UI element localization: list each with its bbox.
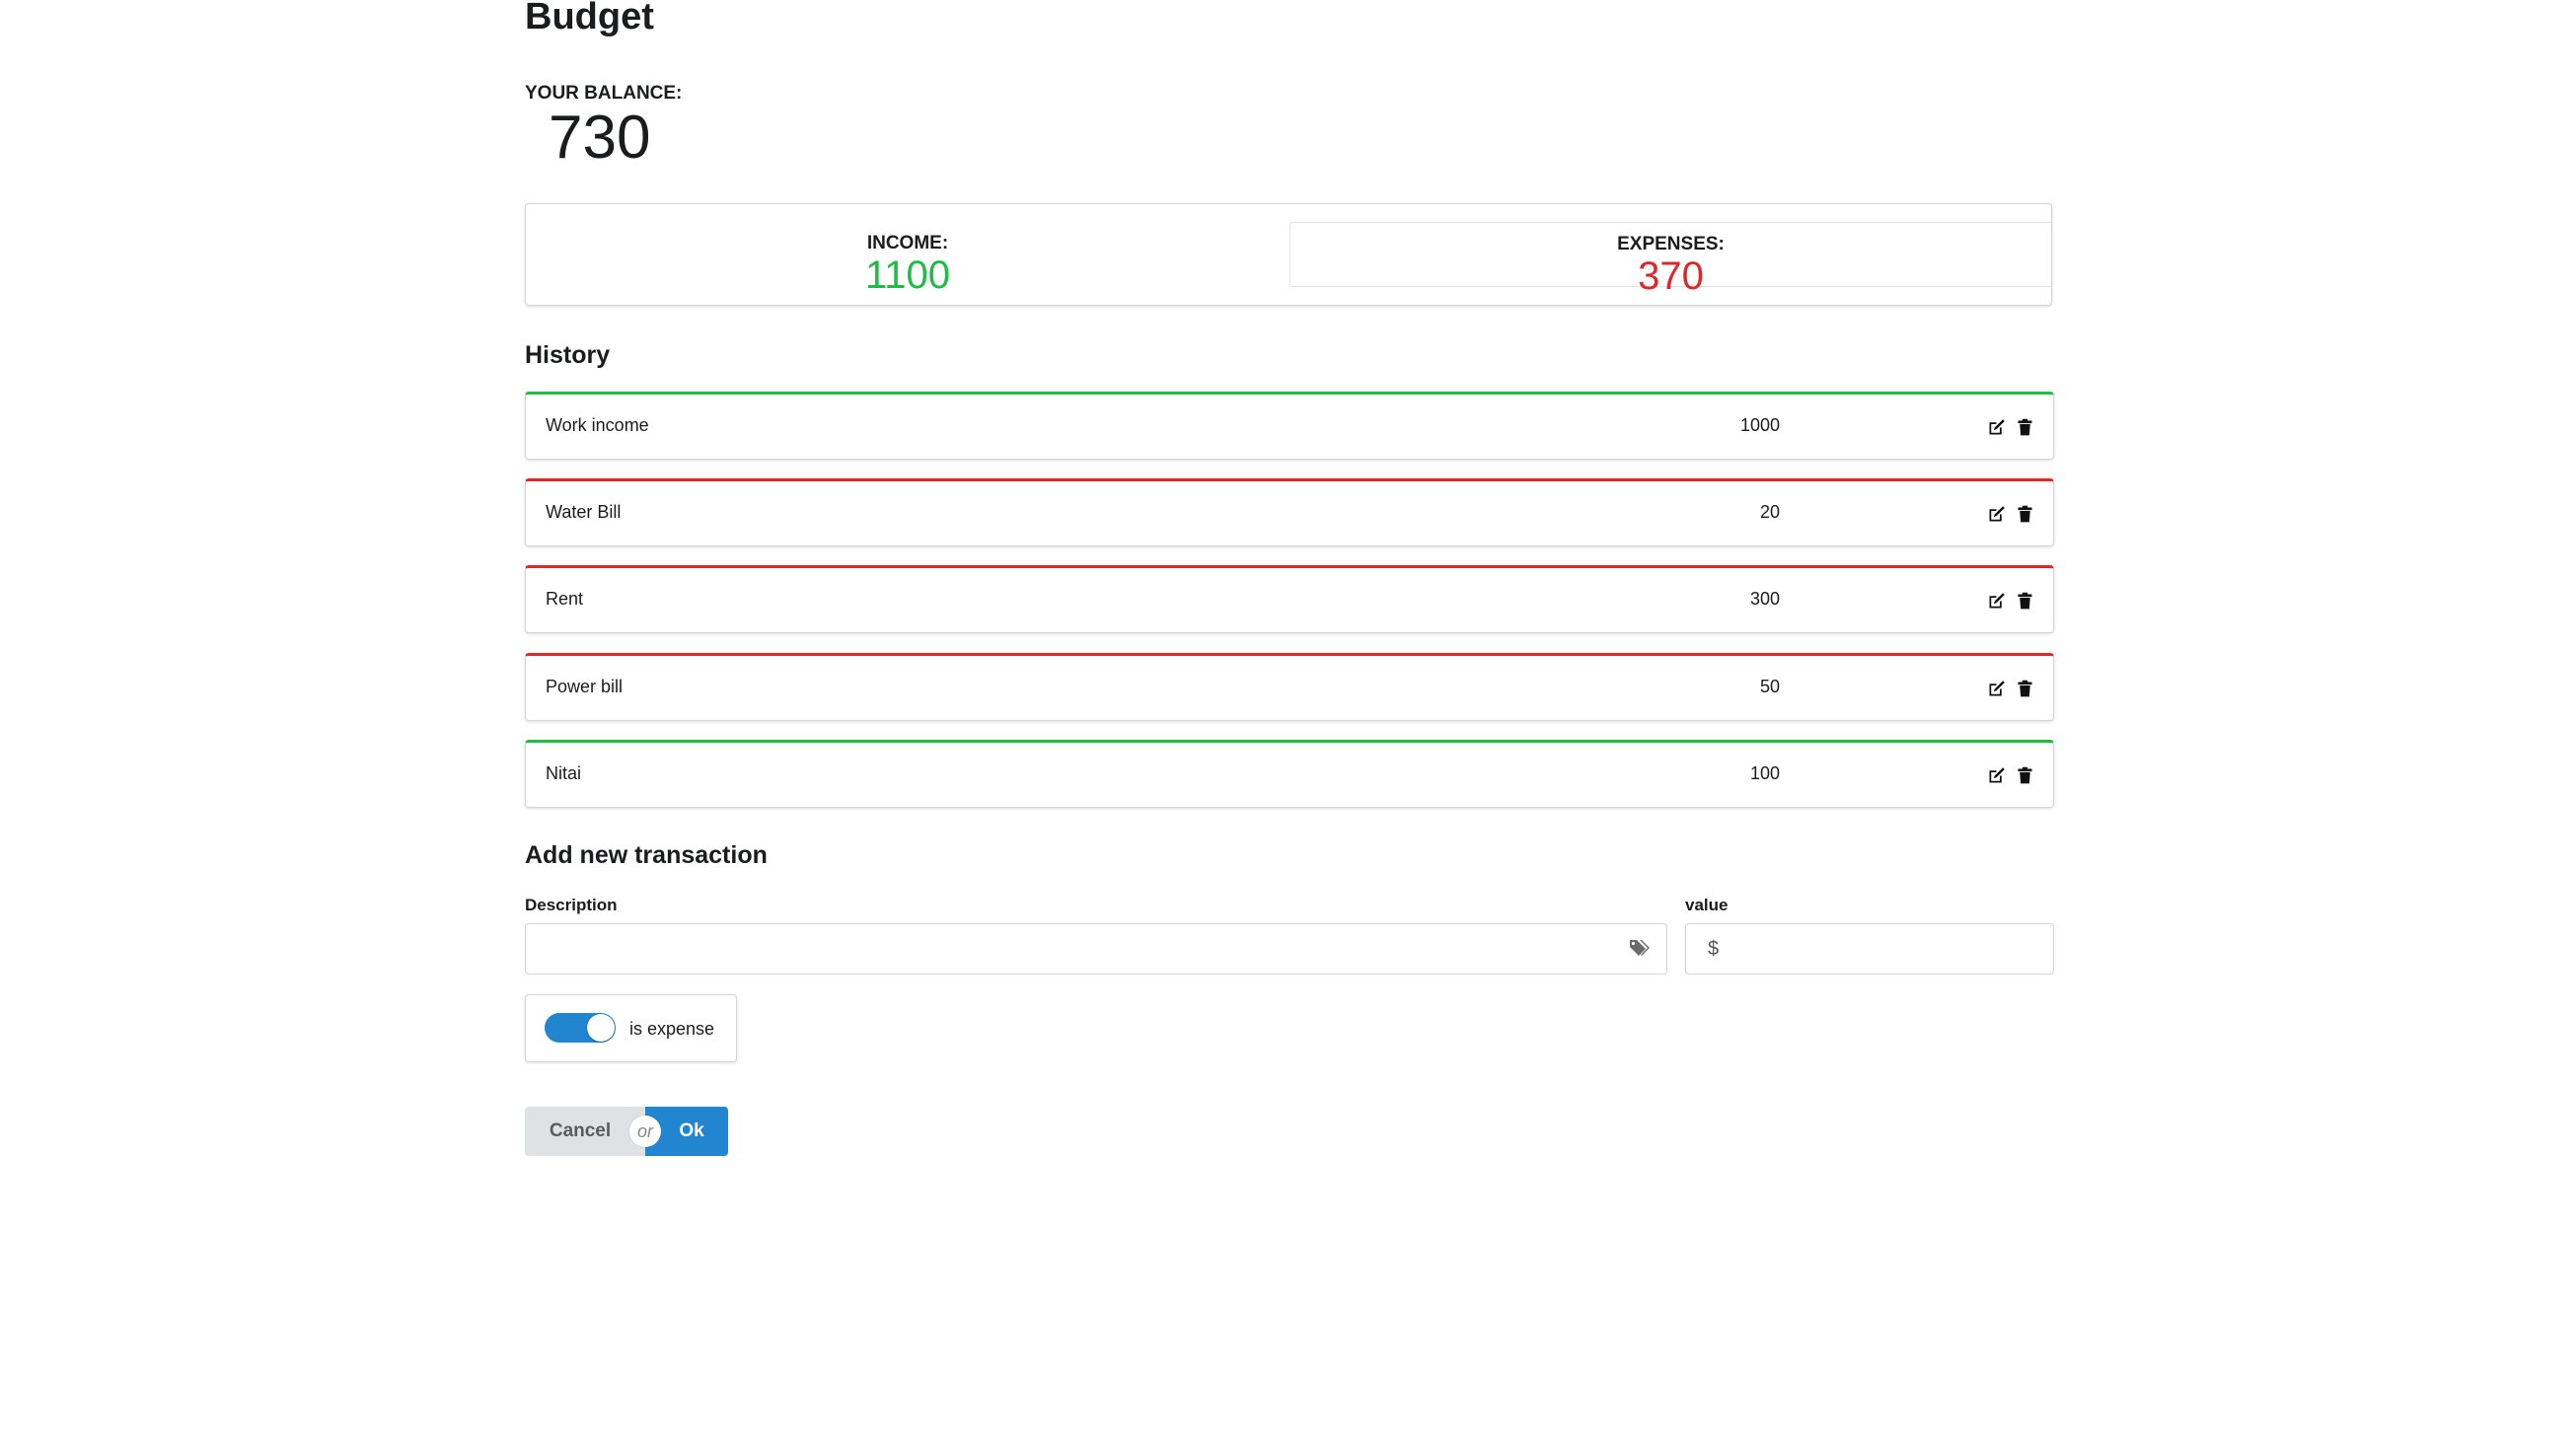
history-row-value: 300 xyxy=(1749,589,1780,609)
description-field xyxy=(525,923,1667,975)
or-divider: or xyxy=(629,1116,661,1147)
history-row-actions xyxy=(1986,415,2035,439)
income-stat: INCOME: 1100 xyxy=(526,222,1289,296)
edit-icon[interactable] xyxy=(1986,591,2007,612)
history-row-description: Work income xyxy=(546,415,649,435)
history-row: Power bill 50 xyxy=(525,653,2054,721)
description-input[interactable] xyxy=(526,924,1666,974)
trash-icon[interactable] xyxy=(2015,765,2035,786)
value-input[interactable] xyxy=(1686,924,2053,974)
history-title: History xyxy=(525,341,611,369)
balance-value: 730 xyxy=(549,104,651,172)
income-value: 1100 xyxy=(864,253,950,297)
history-row-value: 50 xyxy=(1759,677,1780,696)
history-row-description: Water Bill xyxy=(546,502,622,522)
is-expense-label[interactable]: is expense xyxy=(629,1019,714,1040)
income-label: INCOME: xyxy=(866,233,949,253)
add-transaction-title: Add new transaction xyxy=(525,841,768,869)
form-buttons: Cancel Ok or xyxy=(525,1107,728,1156)
description-label: Description xyxy=(525,896,618,914)
history-row: Work income 1000 xyxy=(525,392,2054,460)
tags-icon xyxy=(1629,938,1653,960)
history-row-actions xyxy=(1986,502,2035,526)
page-title: Budget xyxy=(525,0,654,37)
expense-stat: EXPENSES: 370 xyxy=(1289,222,2051,296)
trash-icon[interactable] xyxy=(2015,504,2035,525)
is-expense-toggle[interactable] xyxy=(545,1013,616,1043)
edit-icon[interactable] xyxy=(1986,765,2007,786)
history-row-value: 1000 xyxy=(1739,415,1780,435)
trash-icon[interactable] xyxy=(2015,591,2035,612)
history-row: Rent 300 xyxy=(525,565,2054,633)
toggle-knob xyxy=(587,1014,615,1042)
history-row-description: Nitai xyxy=(546,763,582,783)
history-row: Water Bill 20 xyxy=(525,478,2054,546)
income-expense-summary: INCOME: 1100 EXPENSES: 370 xyxy=(525,203,2052,306)
expenses-label: EXPENSES: xyxy=(1617,234,1725,254)
value-field: $ xyxy=(1685,923,2054,975)
expense-toggle-container: is expense xyxy=(525,994,737,1062)
history-row-value: 100 xyxy=(1749,763,1780,783)
edit-icon[interactable] xyxy=(1986,417,2007,438)
history-row-actions xyxy=(1986,677,2035,700)
expenses-value: 370 xyxy=(1638,254,1704,298)
history-row: Nitai 100 xyxy=(525,740,2054,808)
cancel-button[interactable]: Cancel xyxy=(525,1107,645,1156)
trash-icon[interactable] xyxy=(2015,417,2035,438)
history-row-description: Rent xyxy=(546,589,584,609)
history-row-value: 20 xyxy=(1759,502,1780,522)
edit-icon[interactable] xyxy=(1986,504,2007,525)
edit-icon[interactable] xyxy=(1986,679,2007,699)
history-row-actions xyxy=(1986,763,2035,787)
trash-icon[interactable] xyxy=(2015,679,2035,699)
history-row-description: Power bill xyxy=(546,677,624,696)
value-label: value xyxy=(1685,896,1729,914)
history-row-actions xyxy=(1986,589,2035,613)
